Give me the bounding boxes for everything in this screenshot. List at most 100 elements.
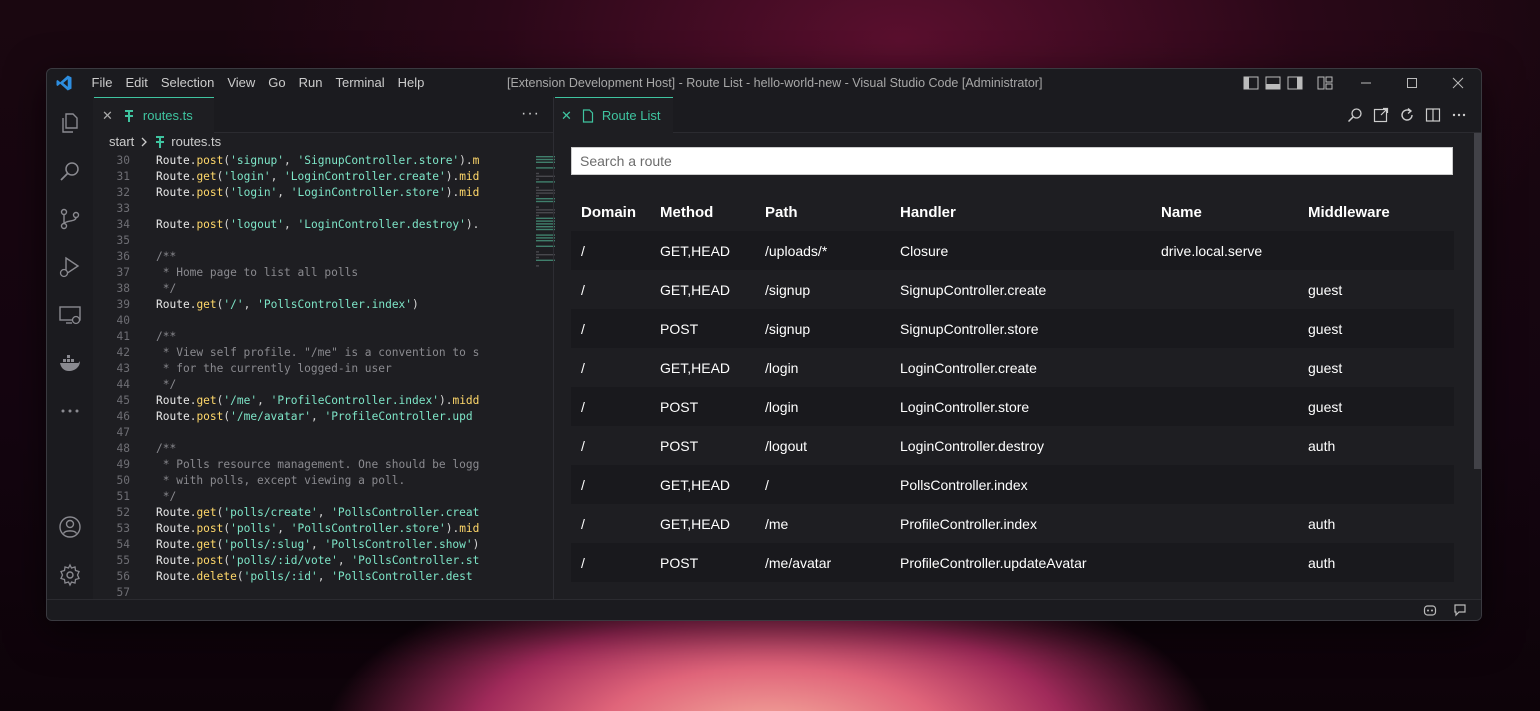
column-header-domain[interactable]: Domain	[571, 193, 650, 231]
table-row[interactable]: / POST/signup SignupController.store guest	[571, 309, 1454, 348]
vscode-logo-icon[interactable]	[55, 74, 73, 92]
line-number: 39	[116, 298, 130, 311]
code-line[interactable]: 30 Route.post('signup', 'SignupController…	[94, 153, 530, 169]
line-code: */	[156, 490, 177, 503]
run-debug-icon[interactable]	[58, 255, 82, 279]
code-line[interactable]: 33	[94, 201, 530, 217]
menu-selection[interactable]: Selection	[154, 69, 220, 97]
table-row[interactable]: / POST/me/avatar ProfileController.updateA…	[571, 543, 1454, 582]
code-line[interactable]: 54 Route.get('polls/:slug', 'PollsControl…	[94, 537, 530, 553]
docker-icon[interactable]	[58, 351, 82, 375]
settings-gear-icon[interactable]	[58, 563, 82, 587]
route-search-input[interactable]	[571, 147, 1453, 175]
column-header-path[interactable]: Path	[755, 193, 890, 231]
copilot-icon[interactable]	[1423, 603, 1437, 617]
editor-splitter[interactable]	[553, 97, 554, 600]
more-actions-icon[interactable]	[1451, 107, 1467, 123]
search-icon[interactable]	[58, 159, 82, 183]
line-code: Route.post('/me/avatar', 'ProfileControl…	[156, 410, 473, 423]
code-line[interactable]: 52 Route.get('polls/create', 'PollsContro…	[94, 505, 530, 521]
column-header-handler[interactable]: Handler	[890, 193, 1151, 231]
open-in-new-window-icon[interactable]	[1373, 107, 1389, 123]
table-header-row: Domain Method Path Handler Name Middleware	[571, 193, 1454, 231]
cell-name: drive.local.serve	[1151, 231, 1298, 270]
scrollbar-thumb[interactable]	[1474, 133, 1481, 469]
code-line[interactable]: 32 Route.post('login', 'LoginController.s…	[94, 185, 530, 201]
tab-route-list[interactable]: ✕ Route List	[555, 97, 673, 133]
code-line[interactable]: 44 */	[94, 377, 530, 393]
close-tab-icon[interactable]: ✕	[102, 108, 113, 124]
table-row[interactable]: / GET,HEAD / PollsController.index	[571, 465, 1454, 504]
column-header-middleware[interactable]: Middleware	[1298, 193, 1454, 231]
accounts-icon[interactable]	[58, 515, 82, 539]
toggle-primary-sidebar-icon[interactable]	[1243, 76, 1259, 90]
table-row[interactable]: / POST/login LoginController.store guest	[571, 387, 1454, 426]
code-line[interactable]: 31 Route.get('login', 'LoginController.cr…	[94, 169, 530, 185]
code-line[interactable]: 39 Route.get('/', 'PollsController.index'…	[94, 297, 530, 313]
code-line[interactable]: 56 Route.delete('polls/:id', 'PollsContro…	[94, 569, 530, 585]
find-icon[interactable]	[1347, 107, 1363, 123]
code-line[interactable]: 50 * with polls, except viewing a poll.	[94, 473, 530, 489]
code-line[interactable]: 43 * for the currently logged-in user	[94, 361, 530, 377]
code-line[interactable]: 51 */	[94, 489, 530, 505]
feedback-icon[interactable]	[1453, 603, 1467, 617]
code-line[interactable]: 45 Route.get('/me', 'ProfileController.in…	[94, 393, 530, 409]
explorer-icon[interactable]	[58, 111, 82, 135]
more-views-icon[interactable]	[58, 399, 82, 423]
code-line[interactable]: 35	[94, 233, 530, 249]
code-line[interactable]: 57	[94, 585, 530, 600]
breadcrumb-file[interactable]: routes.ts	[171, 134, 221, 149]
menu-edit[interactable]: Edit	[119, 69, 154, 97]
code-line[interactable]: 38 */	[94, 281, 530, 297]
toggle-panel-icon[interactable]	[1265, 76, 1281, 90]
menu-help[interactable]: Help	[391, 69, 431, 97]
minimize-button[interactable]	[1343, 69, 1389, 97]
table-row[interactable]: / GET,HEAD/me ProfileController.index auth	[571, 504, 1454, 543]
code-line[interactable]: 37 * Home page to list all polls	[94, 265, 530, 281]
toggle-secondary-sidebar-icon[interactable]	[1287, 76, 1303, 90]
close-window-button[interactable]	[1435, 69, 1481, 97]
table-row[interactable]: / POST/logout LoginController.destroy auth	[571, 426, 1454, 465]
source-control-icon[interactable]	[58, 207, 82, 231]
code-line[interactable]: 42 * View self profile. "/me" is a conve…	[94, 345, 530, 361]
line-code: Route.get('login', 'LoginController.crea…	[156, 170, 480, 183]
line-number: 31	[116, 170, 130, 183]
code-line[interactable]: 46 Route.post('/me/avatar', 'ProfileContr…	[94, 409, 530, 425]
code-line[interactable]: 36 /**	[94, 249, 530, 265]
code-line[interactable]: 47	[94, 425, 530, 441]
code-line[interactable]: 48 /**	[94, 441, 530, 457]
cell-domain: /	[571, 426, 650, 465]
route-list-tab-bar: ✕ Route List	[555, 97, 1481, 133]
menu-run[interactable]: Run	[292, 69, 329, 97]
customize-layout-icon[interactable]	[1317, 76, 1333, 90]
code-line[interactable]: 34 Route.post('logout', 'LoginController.…	[94, 217, 530, 233]
cell-method: GET,HEAD	[650, 270, 755, 309]
split-editor-icon[interactable]	[1425, 107, 1441, 123]
column-header-name[interactable]: Name	[1151, 193, 1298, 231]
menu-terminal[interactable]: Terminal	[329, 69, 391, 97]
maximize-button[interactable]	[1389, 69, 1435, 97]
remote-explorer-icon[interactable]	[58, 303, 82, 327]
table-row[interactable]: / GET,HEAD/login LoginController.create gue…	[571, 348, 1454, 387]
menu-go[interactable]: Go	[262, 69, 292, 97]
close-tab-icon[interactable]: ✕	[561, 108, 572, 124]
table-row[interactable]: / GET,HEAD/uploads/* Closure drive.local.se…	[571, 231, 1454, 270]
code-line[interactable]: 49 * Polls resource management. One shou…	[94, 457, 530, 473]
breadcrumb-folder[interactable]: start	[109, 134, 134, 149]
code-line[interactable]: 41 /**	[94, 329, 530, 345]
code-line[interactable]: 53 Route.post('polls', 'PollsController.s…	[94, 521, 530, 537]
adonis-route-file-icon	[156, 135, 165, 148]
refresh-icon[interactable]	[1399, 107, 1415, 123]
menu-file[interactable]: File	[85, 69, 119, 97]
code-area[interactable]: 30 Route.post('signup', 'SignupController…	[94, 153, 530, 600]
cell-method: POST	[650, 426, 755, 465]
code-line[interactable]: 55 Route.post('polls/:id/vote', 'PollsCon…	[94, 553, 530, 569]
code-line[interactable]: 40	[94, 313, 530, 329]
menu-view[interactable]: View	[221, 69, 262, 97]
table-row[interactable]: / GET,HEAD/signup SignupController.create g…	[571, 270, 1454, 309]
line-number: 51	[116, 490, 130, 503]
column-header-method[interactable]: Method	[650, 193, 755, 231]
tab-routes-ts[interactable]: ✕ routes.ts	[94, 97, 214, 133]
editor-more-actions-icon[interactable]: ···	[521, 105, 540, 123]
